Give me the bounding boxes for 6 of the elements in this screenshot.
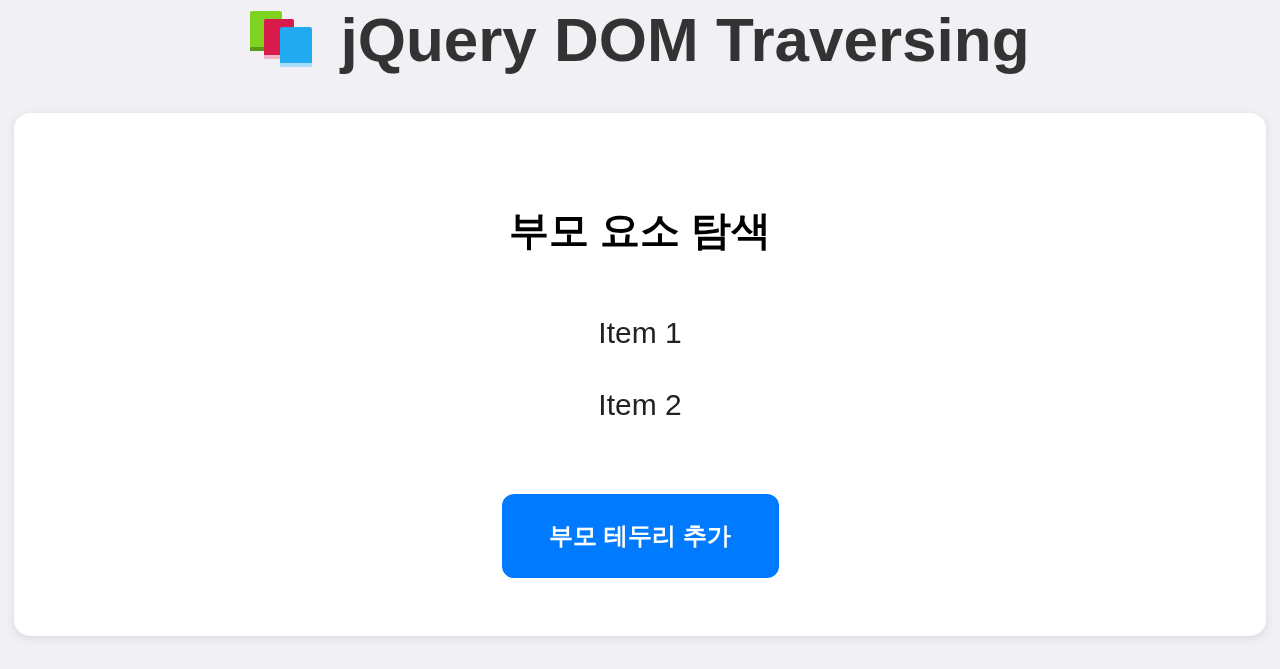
page-title: jQuery DOM Traversing (340, 8, 1030, 72)
books-icon (250, 11, 315, 69)
add-border-button[interactable]: 부모 테두리 추가 (501, 494, 779, 578)
section-heading: 부모 요소 탐색 (508, 207, 772, 254)
list-item: Item 1 (598, 315, 682, 351)
list-item: Item 2 (598, 387, 682, 423)
